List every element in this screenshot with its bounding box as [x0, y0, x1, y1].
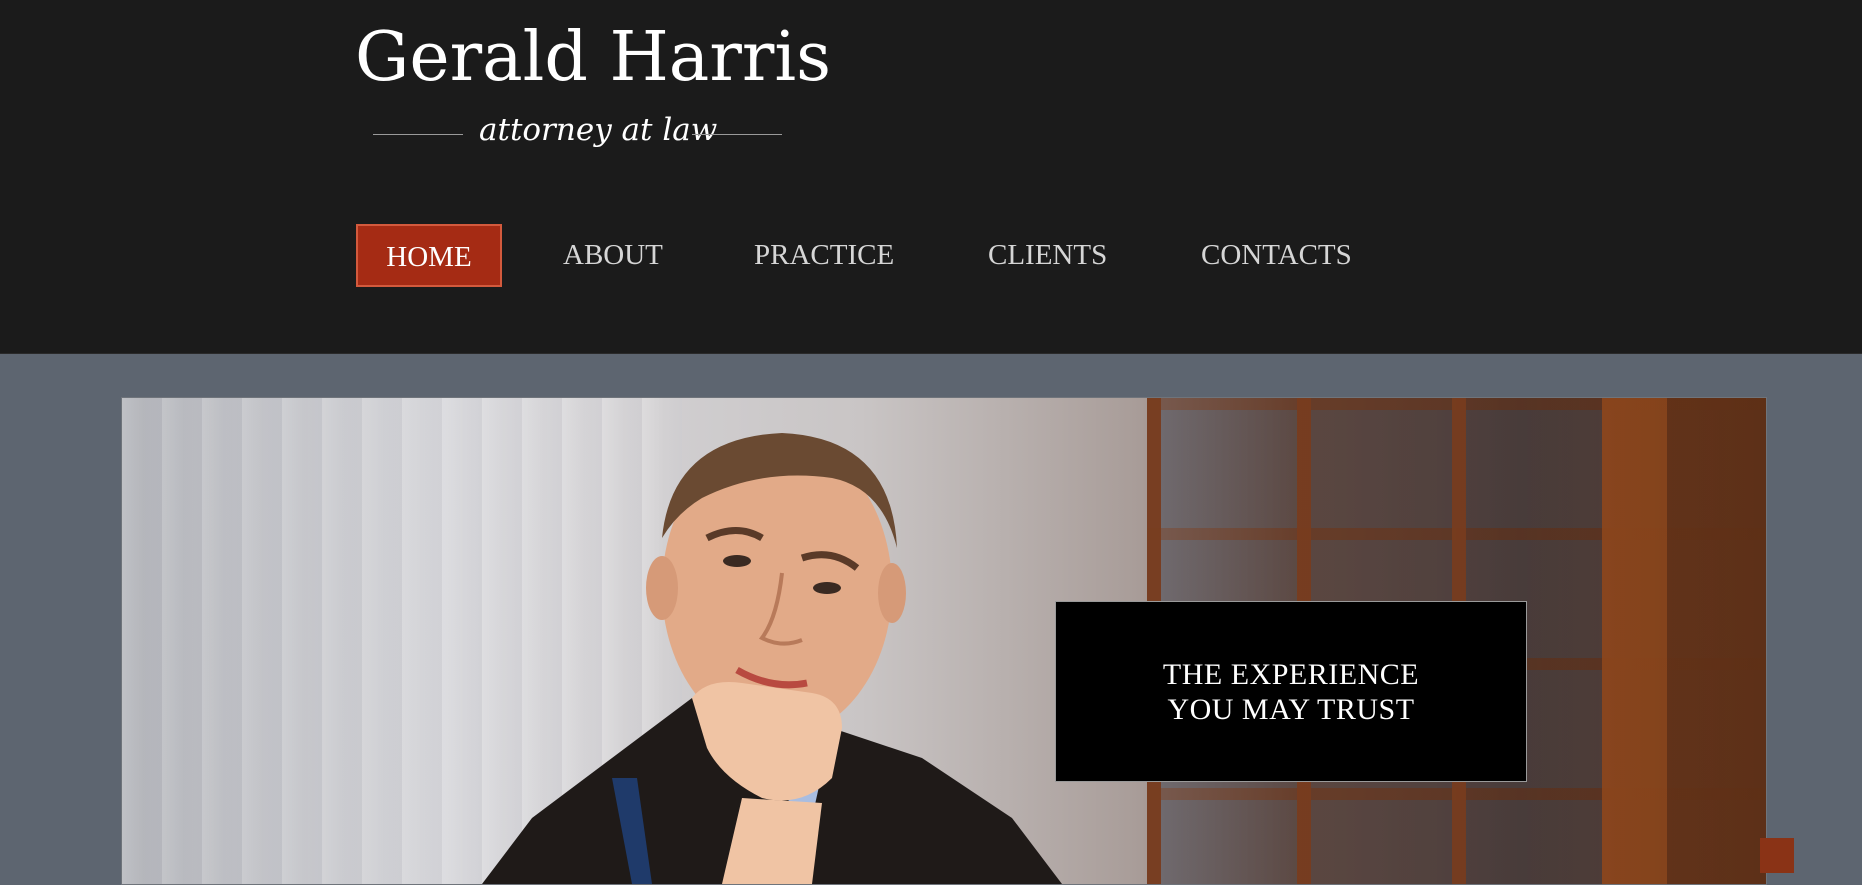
nav-item-practice[interactable]: PRACTICE [754, 224, 894, 287]
nav-item-contacts[interactable]: CONTACTS [1201, 224, 1352, 287]
nav-item-clients[interactable]: CLIENTS [988, 224, 1107, 287]
nav-item-home[interactable]: HOME [356, 224, 502, 287]
logo-rule-left [373, 134, 463, 135]
hero-headline-line-1: THE EXPERIENCE [1162, 657, 1420, 691]
logo-tagline: attorney at law [479, 112, 718, 148]
site-header: Gerald Harris attorney at law HOME ABOUT… [0, 0, 1862, 354]
scroll-top-button[interactable] [1760, 838, 1794, 873]
nav-item-about[interactable]: ABOUT [563, 224, 663, 287]
hero-headline-line-2: YOU MAY TRUST [1167, 692, 1415, 726]
logo-rule-right [692, 134, 782, 135]
site-logo[interactable]: Gerald Harris attorney at law [355, 18, 831, 163]
hero-tagline-box: THE EXPERIENCE YOU MAY TRUST [1055, 601, 1527, 782]
logo-name: Gerald Harris [355, 18, 831, 97]
